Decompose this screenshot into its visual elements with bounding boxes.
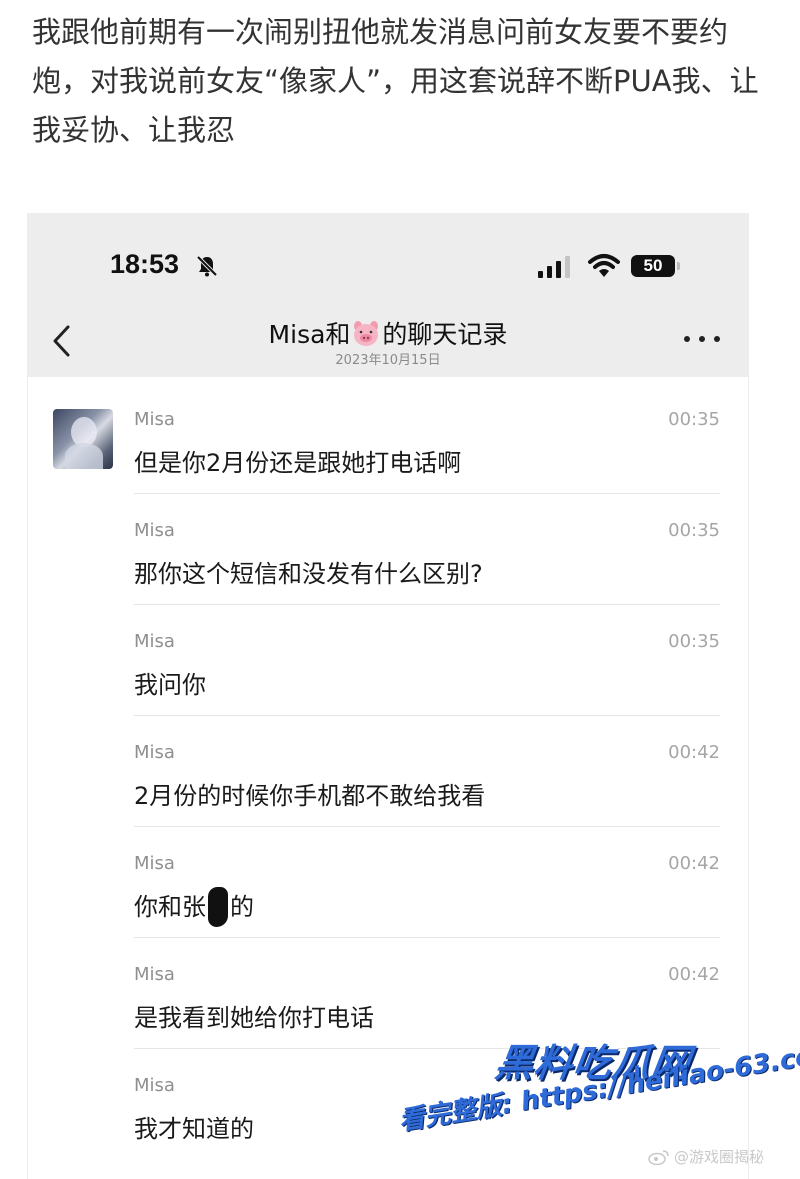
message-text: 那你这个短信和没发有什么区别? <box>134 560 483 588</box>
wifi-icon <box>588 254 620 277</box>
pig-emoji-icon <box>354 321 379 346</box>
divider <box>134 493 720 494</box>
dot <box>699 336 705 342</box>
message-text: 我问你 <box>134 671 206 699</box>
message-text-before: 你和张 <box>134 893 206 921</box>
dot <box>684 336 690 342</box>
message-time: 00:35 <box>668 409 720 430</box>
message-time: 00:42 <box>668 742 720 763</box>
message-sender: Misa <box>134 520 175 541</box>
chat-title: Misa和 的聊天记录 <box>28 315 748 351</box>
message-sender: Misa <box>134 742 175 763</box>
ellipsis-icon[interactable] <box>684 331 720 347</box>
weibo-handle: @游戏圈揭秘 <box>674 1148 765 1166</box>
divider <box>134 604 720 605</box>
message-time: 00:35 <box>668 631 720 652</box>
divider <box>134 715 720 716</box>
message-text: 你和张的 <box>134 887 254 927</box>
list-item: Misa 00:35 那你这个短信和没发有什么区别? <box>28 520 748 631</box>
chat-header: 18:53 50 Misa和 的聊天记录 2023年10月15日 <box>28 213 748 377</box>
post-text: 我跟他前期有一次闹别扭他就发消息问前女友要不要约炮，对我说前女友“像家人”，用这… <box>32 15 759 147</box>
status-time: 18:53 <box>110 249 180 279</box>
message-sender: Misa <box>134 964 175 985</box>
cellular-signal-icon <box>538 256 570 278</box>
message-sender: Misa <box>134 853 175 874</box>
message-time: 00:35 <box>668 520 720 541</box>
redaction-mark <box>208 887 228 927</box>
chat-title-prefix: Misa和 <box>268 320 351 349</box>
message-text-after: 的 <box>230 893 254 921</box>
message-text: 是我看到她给你打电话 <box>134 1004 374 1032</box>
dot <box>714 336 720 342</box>
message-sender: Misa <box>134 409 175 430</box>
battery-icon: 50 <box>631 255 680 277</box>
message-sender: Misa <box>134 1075 175 1096</box>
message-time: 00:42 <box>668 853 720 874</box>
chat-title-suffix: 的聊天记录 <box>382 320 508 349</box>
message-text: 但是你2月份还是跟她打电话啊 <box>134 449 462 477</box>
chat-date: 2023年10月15日 <box>335 353 441 368</box>
list-item: Misa 00:42 你和张的 <box>28 853 748 964</box>
message-time: 00:42 <box>668 964 720 985</box>
bell-slash-icon <box>196 255 218 277</box>
list-item: Misa 00:35 但是你2月份还是跟她打电话啊 <box>28 409 748 520</box>
message-text: 我才知道的 <box>134 1115 254 1143</box>
divider <box>134 937 720 938</box>
list-item: Misa 00:42 2月份的时候你手机都不敢给我看 <box>28 742 748 853</box>
divider <box>134 826 720 827</box>
weibo-logo-icon <box>648 1150 669 1165</box>
message-text: 2月份的时候你手机都不敢给我看 <box>134 782 486 810</box>
weibo-watermark: @游戏圈揭秘 <box>648 1146 764 1167</box>
list-item: Misa 00:35 我问你 <box>28 631 748 742</box>
message-sender: Misa <box>134 631 175 652</box>
